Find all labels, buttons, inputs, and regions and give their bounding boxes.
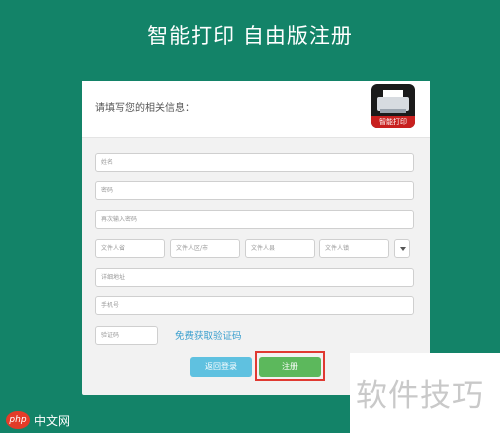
back-to-login-button[interactable]: 返回登录 <box>190 357 252 377</box>
captcha-input[interactable] <box>95 326 158 345</box>
get-captcha-link[interactable]: 免费获取验证码 <box>175 328 242 342</box>
register-button[interactable]: 注册 <box>259 357 321 377</box>
app-logo-label: 智能打印 <box>371 116 415 128</box>
region-dropdown[interactable] <box>394 239 410 258</box>
watermark-text: 软件技巧 <box>356 378 484 414</box>
phone-input[interactable] <box>95 296 414 315</box>
printer-tray-icon <box>380 109 406 113</box>
town-input[interactable] <box>319 239 389 258</box>
name-input[interactable] <box>95 153 414 172</box>
address-input[interactable] <box>95 268 414 287</box>
password-input[interactable] <box>95 181 414 200</box>
caret-down-icon <box>400 247 406 251</box>
city-input[interactable] <box>170 239 240 258</box>
page-title: 智能打印 自由版注册 <box>147 24 353 48</box>
province-input[interactable] <box>95 239 165 258</box>
registration-card: 请填写您的相关信息： 智能打印 免费获取验证码 返回登录 注册 <box>82 81 430 395</box>
password-confirm-input[interactable] <box>95 210 414 229</box>
district-input[interactable] <box>245 239 315 258</box>
card-header: 请填写您的相关信息： 智能打印 <box>82 81 430 138</box>
site-name: 中文网 <box>34 414 71 428</box>
app-logo: 智能打印 <box>371 84 415 128</box>
php-logo: php <box>6 411 30 429</box>
form-instruction: 请填写您的相关信息： <box>95 103 195 114</box>
